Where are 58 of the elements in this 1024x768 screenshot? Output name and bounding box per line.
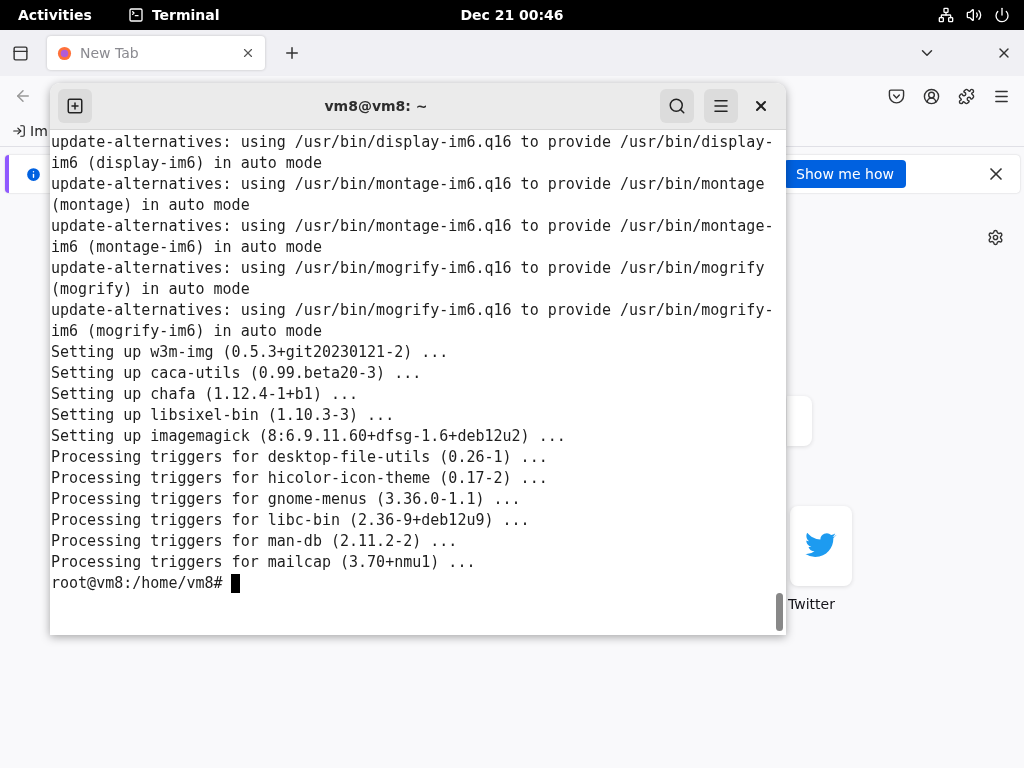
activities-button[interactable]: Activities [18, 7, 92, 23]
menu-button[interactable] [704, 89, 738, 123]
menu-icon [712, 97, 730, 115]
terminal-line: Processing triggers for mailcap (3.70+nmu1) ... [51, 552, 477, 573]
text-cursor [230, 574, 240, 593]
terminal-line: im6 (display-im6) in auto mode [51, 153, 323, 174]
browser-logo-icon [57, 45, 72, 61]
search-icon [668, 97, 686, 115]
terminal-line: Setting up libsixel-bin (1.10.3-3) ... [51, 405, 396, 426]
terminal-line: im6 (montage-im6) in auto mode [51, 237, 323, 258]
terminal-line: Processing triggers for libc-bin (2.36-9+deb12u9) ... [51, 510, 531, 531]
close-icon[interactable] [241, 46, 255, 60]
bookmark-item[interactable]: Im [12, 123, 48, 139]
network-icon[interactable] [938, 7, 954, 23]
back-icon[interactable] [14, 87, 32, 105]
import-icon [12, 124, 26, 138]
terminal-line: Processing triggers for man-db (2.11.2-2) ... [51, 531, 459, 552]
app-menu[interactable]: Terminal [127, 7, 220, 23]
shortcut-tile[interactable] [790, 506, 852, 586]
terminal-line: Setting up caca-utils (0.99.beta20-3) ... [51, 363, 423, 384]
scrollbar-thumb[interactable] [776, 593, 784, 631]
terminal-line: update-alternatives: using /usr/bin/display-im6.q16 to provide /usr/bin/display- [51, 132, 774, 153]
terminal-line: Setting up chafa (1.12.4-1+b1) ... [51, 384, 360, 405]
new-tab-button[interactable] [58, 89, 92, 123]
terminal-line: update-alternatives: using /usr/bin/mogrify-im6.q16 to provide /usr/bin/mogrify [51, 258, 766, 279]
terminal-line: update-alternatives: using /usr/bin/montage-im6.q16 to provide /usr/bin/montage [51, 174, 766, 195]
puzzle-icon[interactable] [958, 87, 975, 105]
terminal-icon [127, 7, 144, 23]
terminal-line: update-alternatives: using /usr/bin/montage-im6.q16 to provide /usr/bin/montage- [51, 216, 774, 237]
clock[interactable]: Dec 21 00:46 [460, 7, 564, 23]
settings-icon[interactable] [987, 229, 1004, 246]
terminal-line: (montage) in auto mode [51, 195, 251, 216]
browser-tab[interactable]: New Tab [47, 36, 265, 70]
terminal-line: Processing triggers for gnome-menus (3.36.0-1.1) ... [51, 489, 522, 510]
terminal-line: Setting up imagemagick (8:6.9.11.60+dfsg-1.6+deb12u2) ... [51, 426, 567, 447]
bird-icon [805, 533, 837, 559]
window-title: vm8@vm8: ~ [323, 98, 429, 114]
terminal-line: Setting up w3m-img (0.5.3+git20230121-2) ... [51, 342, 450, 363]
shortcut-label: Twitter [788, 596, 835, 612]
power-icon[interactable] [994, 7, 1010, 23]
terminal-line: Processing triggers for desktop-file-utils (0.26-1) ... [51, 447, 549, 468]
info-icon [25, 165, 42, 183]
search-button[interactable] [660, 89, 694, 123]
account-icon[interactable] [923, 87, 940, 105]
terminal-line: (mogrify) in auto mode [51, 279, 251, 300]
tab-list-icon[interactable] [12, 44, 29, 62]
terminal-prompt: root@vm8:/home/vm8# [51, 573, 223, 594]
pocket-icon[interactable] [888, 87, 905, 105]
terminal-line: Processing triggers for hicolor-icon-theme (0.17-2) ... [51, 468, 549, 489]
terminal-line: im6 (mogrify-im6) in auto mode [51, 321, 323, 342]
show-me-how-button[interactable]: Show me how [784, 160, 906, 188]
shortcut-tile[interactable] [787, 396, 812, 446]
close-icon [753, 98, 769, 114]
plus-square-icon [66, 97, 84, 115]
volume-icon[interactable] [966, 7, 982, 23]
terminal-line: update-alternatives: using /usr/bin/mogrify-im6.q16 to provide /usr/bin/mogrify- [51, 300, 774, 321]
bookmark-label: Im [30, 123, 48, 139]
new-tab-icon[interactable] [283, 44, 301, 62]
